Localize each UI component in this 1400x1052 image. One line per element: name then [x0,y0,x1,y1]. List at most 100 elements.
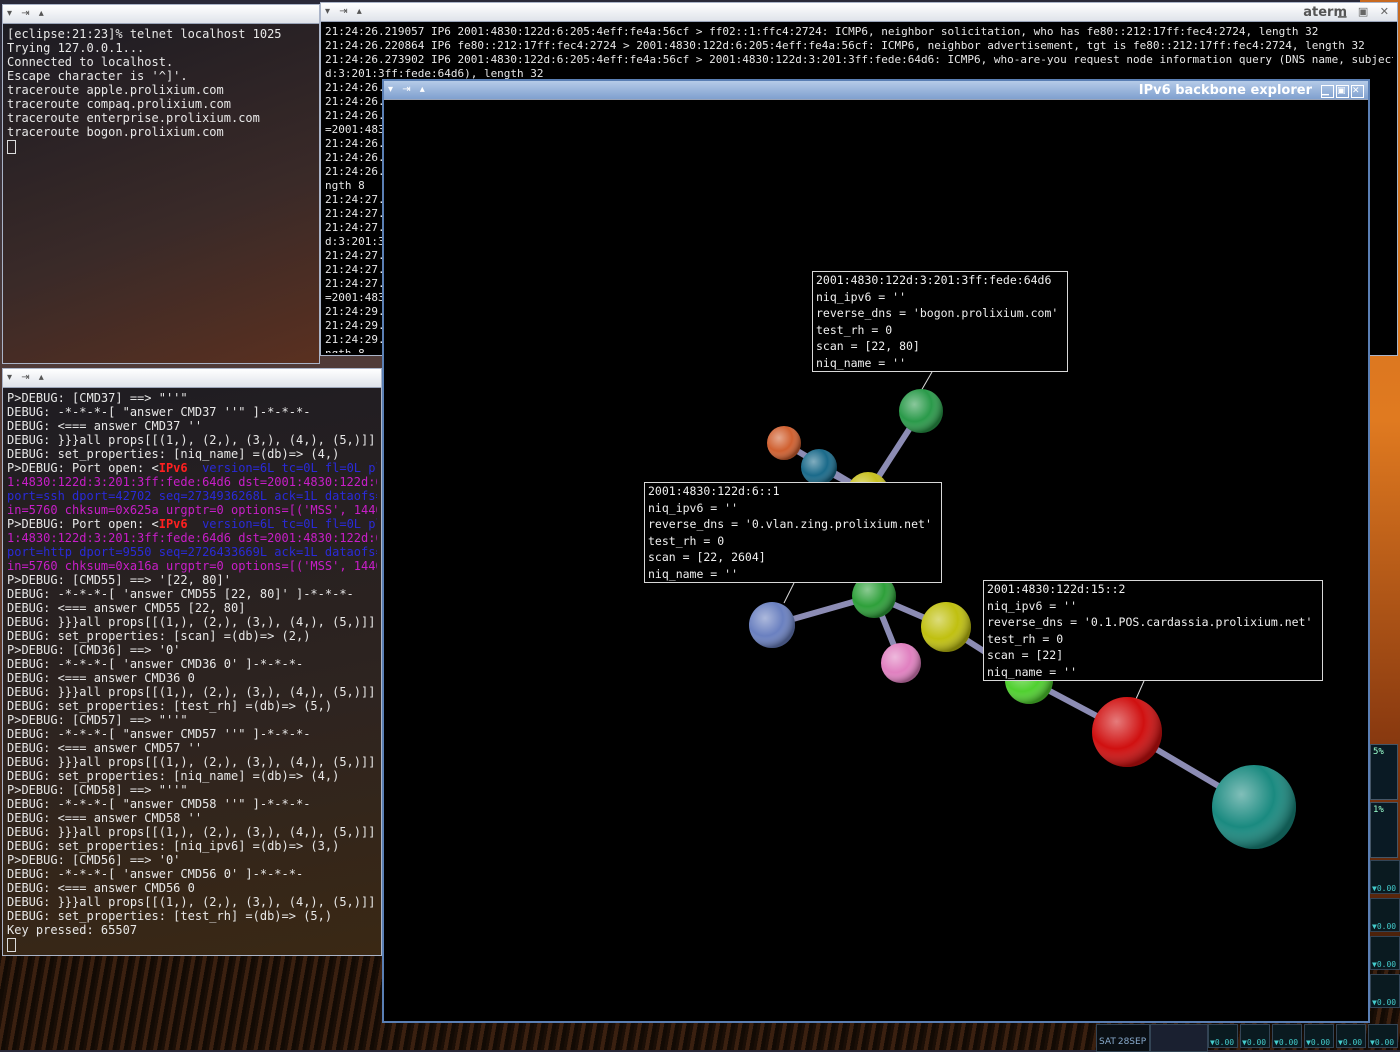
load-meter: ▼0.00 [1272,1024,1302,1048]
side-meters: ▼0.00 ▼0.00 ▼0.00 ▼0.00 [1370,860,1400,1010]
load-meter-value: ▼0.00 [1338,1038,1363,1047]
aterm-line: 21:24:26.219057 IP6 2001:4830:122d:6:205… [325,25,1319,38]
node-property: niq_name = '' [987,664,1078,679]
ipv6-explorer-titlebar[interactable]: ▾ ⇥ ▴ IPv6 backbone explorer ▁ ▣ ✕ [384,81,1368,100]
debug-line: Key pressed: 65507 [7,923,138,937]
telnet-titlebar[interactable]: ▾ ⇥ ▴ [3,5,319,24]
node-property: niq_ipv6 = '' [816,289,907,304]
debug-console-window[interactable]: ▾ ⇥ ▴ P>DEBUG: [CMD37] ==> "''" DEBUG: -*… [2,368,382,956]
telnet-terminal-window[interactable]: ▾ ⇥ ▴ [eclipse:21:23]% telnet localhost … [2,4,320,364]
graph-node[interactable] [1092,697,1162,767]
text-cursor [7,139,16,154]
debug-line: DEBUG: -*-*-*-[ 'answer CMD56 0' ]-*-*-*… [7,867,304,881]
aterm-line: 21:24:26.220864 IP6 fe80::212:17ff:fec4:… [325,39,1365,52]
window-menu-buttons-icon[interactable]: ▾ ⇥ ▴ [388,84,428,95]
telnet-line: Trying 127.0.0.1... [7,41,145,55]
debug-line: DEBUG: -*-*-*-[ "answer CMD37 ''" ]-*-*-… [7,405,311,419]
side-load-meter: ▼0.00 [1370,860,1400,894]
debug-titlebar[interactable]: ▾ ⇥ ▴ [3,369,381,388]
window-control-buttons-icon[interactable]: ▁ ▣ ✕ [1319,83,1364,98]
node-property: niq_ipv6 = '' [648,500,739,515]
debug-line: P>DEBUG: [CMD56] ==> '0' [7,853,181,867]
side-load-meter-value: ▼0.00 [1372,922,1397,931]
node-property: reverse_dns = '0.vlan.zing.prolixium.net… [648,517,932,531]
taskbar-meters: ▼0.00 ▼0.00 ▼0.00 ▼0.00 ▼0.00 ▼0.00 [1208,1024,1398,1050]
node-property: niq_name = '' [816,355,907,370]
graph-node[interactable] [767,426,801,460]
telnet-line: traceroute enterprise.prolixium.com [7,111,260,125]
clock-day: SAT [1099,1037,1116,1047]
debug-line: DEBUG: -*-*-*-[ 'answer CMD36 0' ]-*-*-*… [7,657,304,671]
node-info-label: 2001:4830:122d:6::1 niq_ipv6 = '' reverse_… [644,482,942,583]
debug-line: DEBUG: -*-*-*-[ "answer CMD57 ''" ]-*-*-… [7,727,311,741]
ipv6-explorer-window[interactable]: ▾ ⇥ ▴ IPv6 backbone explorer ▁ ▣ ✕ 2001:48… [382,79,1370,1023]
side-load-meter-value: ▼0.00 [1372,960,1397,969]
window-menu-buttons-icon[interactable]: ▾ ⇥ ▴ [325,6,365,17]
debug-line: DEBUG: <=== answer CMD55 [22, 80] [7,601,246,615]
aterm-titlebar[interactable]: ▾ ⇥ ▴ aterm ▁ ▣ ✕ [321,3,1397,22]
debug-line: P>DEBUG: [CMD57] ==> "''" [7,713,188,727]
graph-node[interactable] [899,389,943,433]
node-address: 2001:4830:122d:3:201:3ff:fede:64d6 [816,273,1052,287]
graph-node[interactable] [881,643,921,683]
debug-line: DEBUG: }}}all props[[(1,), (2,), (3,), (… [7,825,376,839]
debug-line: DEBUG: set_properties: [scan] =(db)=> (2… [7,629,311,643]
debug-line: 1:4830:122d:3:201:3ff:fede:64d6 dst=2001… [7,475,377,489]
memory-gauge: 1% [1370,802,1398,858]
debug-line: DEBUG: }}}all props[[(1,), (2,), (3,), (… [7,685,376,699]
debug-line: port=http dport=9550 seq=2726433669L ack… [7,545,377,559]
debug-line: DEBUG: set_properties: [test_rh] =(db)=>… [7,909,333,923]
node-property: reverse_dns = '0.1.POS.cardassia.prolixi… [987,615,1313,629]
telnet-line: Escape character is '^]'. [7,69,188,83]
debug-line: DEBUG: -*-*-*-[ "answer CMD58 ''" ]-*-*-… [7,797,311,811]
side-load-meter: ▼0.00 [1370,974,1400,1008]
telnet-line: [eclipse:21:23]% telnet localhost 1025 [7,27,282,41]
label-connector [783,582,795,604]
telnet-line: traceroute bogon.prolixium.com [7,125,224,139]
ipv6-explorer-title: IPv6 backbone explorer [1138,83,1312,98]
taskbar-desktops[interactable] [1150,1024,1208,1052]
graph-node[interactable] [801,449,837,485]
debug-log-output[interactable]: P>DEBUG: [CMD37] ==> "''" DEBUG: -*-*-*-[… [7,391,377,953]
node-info-label: 2001:4830:122d:15::2niq_ipv6 = ''reverse… [983,580,1323,681]
load-meter: ▼0.00 [1304,1024,1334,1048]
taskbar-pager[interactable]: SAT 28SEP [1096,1024,1150,1052]
debug-line: P>DEBUG: Port open: <IPv6 version=6L tc=… [7,517,377,531]
load-meter: ▼0.00 [1368,1024,1398,1048]
debug-line: DEBUG: set_properties: [niq_name] =(db)=… [7,447,340,461]
node-property: test_rh = 0 [816,322,893,337]
graph-node[interactable] [749,602,795,648]
debug-line: DEBUG: set_properties: [niq_ipv6] =(db)=… [7,839,340,853]
debug-line: DEBUG: }}}all props[[(1,), (2,), (3,), (… [7,433,376,447]
memory-gauge-label: 1% [1373,805,1384,815]
node-property: niq_name = '' [648,566,739,581]
telnet-line: traceroute compaq.prolixium.com [7,97,231,111]
text-cursor [7,937,16,952]
debug-line: P>DEBUG: [CMD58] ==> "''" [7,783,188,797]
telnet-line: Connected to localhost. [7,55,174,69]
window-menu-buttons-icon[interactable]: ▾ ⇥ ▴ [7,8,47,19]
node-property: test_rh = 0 [648,533,725,548]
node-property: scan = [22] [987,648,1064,662]
node-property: reverse_dns = 'bogon.prolixium.com' [816,306,1059,320]
graph-node[interactable] [921,602,971,652]
node-property: niq_ipv6 = '' [987,598,1078,613]
node-info-label: 2001:4830:122d:3:201:3ff:fede:64d6 niq_ip… [812,271,1068,372]
clock-date: 28SEP [1117,1037,1147,1047]
label-connector [1135,680,1145,700]
cpu-gauge: 5% [1370,744,1398,800]
window-control-buttons-icon[interactable]: ▁ ▣ ✕ [1338,5,1393,18]
debug-line: DEBUG: <=== answer CMD56 0 [7,881,195,895]
window-menu-buttons-icon[interactable]: ▾ ⇥ ▴ [7,372,47,383]
graph-node[interactable] [1212,765,1296,849]
load-meter-value: ▼0.00 [1210,1038,1235,1047]
telnet-terminal-output[interactable]: [eclipse:21:23]% telnet localhost 1025 Tr… [7,27,315,361]
debug-line: DEBUG: <=== answer CMD58 '' [7,811,203,825]
node-address: 2001:4830:122d:15::2 [987,582,1126,596]
debug-line: P>DEBUG: [CMD37] ==> "''" [7,391,188,405]
load-meter: ▼0.00 [1240,1024,1270,1048]
debug-line: P>DEBUG: [CMD55] ==> '[22, 80]' [7,573,231,587]
debug-line: 1:4830:122d:3:201:3ff:fede:64d6 dst=2001… [7,531,377,545]
cpu-gauge-label: 5% [1373,747,1384,757]
label-connector [920,371,933,392]
